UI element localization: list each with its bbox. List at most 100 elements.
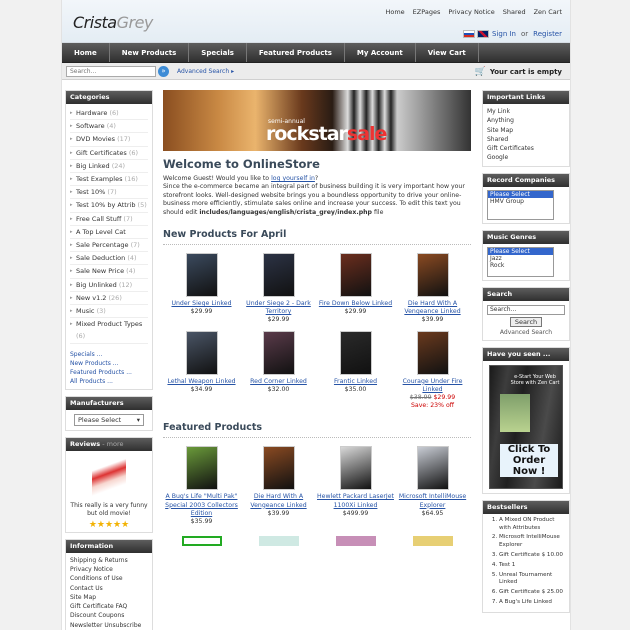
product-image[interactable] bbox=[416, 253, 449, 298]
category-item[interactable]: Test 10% (7) bbox=[70, 186, 148, 200]
category-item[interactable]: Big Unlinked (12) bbox=[70, 279, 148, 292]
product-name-link[interactable]: Courage Under Fire Linked bbox=[394, 378, 471, 394]
rockstar-sale-banner[interactable]: semi-annual rockstarsale bbox=[163, 90, 471, 151]
logo[interactable]: CristaGrey bbox=[73, 13, 153, 32]
important-link[interactable]: My Link bbox=[487, 107, 565, 116]
category-item[interactable]: Music (3) bbox=[70, 305, 148, 319]
nav-new-products[interactable]: New Products bbox=[110, 43, 190, 62]
link-featured-products[interactable]: Featured Products ... bbox=[70, 368, 148, 377]
category-item[interactable]: Big Linked (24) bbox=[70, 160, 148, 174]
reviews-more-link[interactable]: - more bbox=[100, 440, 123, 448]
review-product-image[interactable] bbox=[92, 453, 126, 498]
product-name-link[interactable]: Microsoft IntelliMouse Explorer bbox=[394, 493, 471, 509]
bestseller-item[interactable]: Test 1 bbox=[499, 562, 565, 570]
product-image[interactable] bbox=[339, 330, 372, 375]
toplink-zencart[interactable]: Zen Cart bbox=[534, 8, 562, 16]
click-to-order-button[interactable]: Click To Order Now ! bbox=[500, 443, 558, 477]
product-name-link[interactable]: Red Corner Linked bbox=[240, 378, 317, 386]
music-genres-listbox[interactable]: Please Select Jazz Rock bbox=[487, 246, 554, 277]
category-item[interactable]: Test Examples (16) bbox=[70, 173, 148, 187]
nav-specials[interactable]: Specials bbox=[189, 43, 247, 62]
nav-my-account[interactable]: My Account bbox=[345, 43, 416, 62]
bestseller-item[interactable]: A Bug's Life Linked bbox=[499, 599, 565, 607]
product-name-link[interactable]: Under Siege 2 - Dark Territory bbox=[240, 300, 317, 316]
toplink-privacy[interactable]: Privacy Notice bbox=[448, 8, 494, 16]
important-link[interactable]: Anything bbox=[487, 116, 565, 125]
bestseller-item[interactable]: Gift Certificate $ 25.00 bbox=[499, 589, 565, 597]
product-name-link[interactable]: Hewlett Packard LaserJet 1100Xi Linked bbox=[317, 493, 394, 509]
product-thumb[interactable] bbox=[258, 536, 299, 547]
review-item[interactable]: This really is a very funny but old movi… bbox=[66, 451, 152, 532]
info-link[interactable]: Site Map bbox=[70, 593, 148, 602]
sidebar-advanced-search-link[interactable]: Advanced Search bbox=[487, 329, 565, 336]
link-specials[interactable]: Specials ... bbox=[70, 350, 148, 359]
product-thumb[interactable] bbox=[181, 536, 222, 547]
category-item[interactable]: Test 10% by Attrib (5) bbox=[70, 199, 148, 213]
category-item[interactable]: Sale New Price (4) bbox=[70, 265, 148, 279]
russian-flag-icon[interactable] bbox=[463, 30, 475, 38]
important-link[interactable]: Shared bbox=[487, 135, 565, 144]
record-companies-listbox[interactable]: Please Select HMV Group bbox=[487, 189, 554, 220]
info-link[interactable]: Discount Coupons bbox=[70, 611, 148, 620]
category-item[interactable]: Hardware (6) bbox=[70, 107, 148, 121]
nav-featured-products[interactable]: Featured Products bbox=[247, 43, 345, 62]
bestseller-item[interactable]: Microsoft IntelliMouse Explorer bbox=[499, 534, 565, 550]
info-link[interactable]: Newsletter Unsubscribe bbox=[70, 621, 148, 630]
listbox-option[interactable]: Please Select bbox=[488, 247, 553, 255]
english-flag-icon[interactable] bbox=[477, 30, 489, 38]
product-image[interactable] bbox=[339, 253, 372, 298]
important-link[interactable]: Google bbox=[487, 153, 565, 162]
listbox-option[interactable]: Rock bbox=[488, 262, 553, 269]
product-image[interactable] bbox=[185, 253, 218, 298]
product-image[interactable] bbox=[185, 330, 218, 375]
cart-status[interactable]: 🛒 Your cart is empty bbox=[475, 67, 562, 77]
listbox-option[interactable]: HMV Group bbox=[488, 198, 553, 205]
sidebar-search-input[interactable]: Search... bbox=[487, 304, 565, 315]
category-item[interactable]: Mixed Product Types (6) bbox=[70, 318, 148, 344]
product-image[interactable] bbox=[416, 446, 449, 491]
category-item[interactable]: DVD Movies (17) bbox=[70, 133, 148, 147]
listbox-option[interactable]: Please Select bbox=[488, 190, 553, 198]
important-link[interactable]: Gift Certificates bbox=[487, 144, 565, 153]
nav-view-cart[interactable]: View Cart bbox=[416, 43, 479, 62]
info-link[interactable]: Privacy Notice bbox=[70, 565, 148, 574]
nav-home[interactable]: Home bbox=[62, 43, 110, 62]
zencart-box-image[interactable]: e-Start Your Web Store with Zen Cart Cli… bbox=[489, 364, 563, 489]
info-link[interactable]: Conditions of Use bbox=[70, 574, 148, 583]
product-image[interactable] bbox=[185, 446, 218, 491]
product-thumb[interactable] bbox=[412, 536, 453, 547]
product-name-link[interactable]: Frantic Linked bbox=[317, 378, 394, 386]
info-link[interactable]: Contact Us bbox=[70, 584, 148, 593]
category-item[interactable]: Free Call Stuff (7) bbox=[70, 213, 148, 226]
listbox-option[interactable]: Jazz bbox=[488, 255, 553, 262]
search-input[interactable] bbox=[66, 66, 156, 77]
product-image[interactable] bbox=[262, 253, 295, 298]
search-go-button[interactable]: » bbox=[158, 66, 169, 77]
link-new-products[interactable]: New Products ... bbox=[70, 359, 148, 368]
category-item[interactable]: Gift Certificates (6) bbox=[70, 147, 148, 160]
info-link[interactable]: Shipping & Returns bbox=[70, 556, 148, 565]
toplink-shared[interactable]: Shared bbox=[503, 8, 526, 16]
bestseller-item[interactable]: Unreal Tournament Linked bbox=[499, 572, 565, 588]
sidebar-search-button[interactable]: Search bbox=[509, 316, 543, 327]
category-item[interactable]: Sale Deduction (4) bbox=[70, 252, 148, 266]
product-image[interactable] bbox=[262, 330, 295, 375]
manufacturers-select[interactable]: Please Select ▾ bbox=[74, 413, 144, 426]
product-name-link[interactable]: Die Hard With A Vengeance Linked bbox=[394, 300, 471, 316]
advanced-search-link[interactable]: Advanced Search ▸ bbox=[177, 68, 234, 75]
signin-link[interactable]: Sign In bbox=[492, 30, 516, 38]
category-item[interactable]: A Top Level Cat bbox=[70, 226, 148, 240]
product-name-link[interactable]: A Bug's Life "Multi Pak" Special 2003 Co… bbox=[163, 493, 240, 518]
register-link[interactable]: Register bbox=[533, 30, 562, 38]
important-link[interactable]: Site Map bbox=[487, 126, 565, 135]
info-link[interactable]: Gift Certificate FAQ bbox=[70, 602, 148, 611]
product-name-link[interactable]: Under Siege Linked bbox=[163, 300, 240, 308]
link-all-products[interactable]: All Products ... bbox=[70, 377, 148, 386]
product-thumb[interactable] bbox=[335, 536, 376, 547]
product-image[interactable] bbox=[262, 446, 295, 491]
category-item[interactable]: Sale Percentage (7) bbox=[70, 239, 148, 253]
login-link[interactable]: log yourself in bbox=[271, 175, 315, 182]
product-name-link[interactable]: Lethal Weapon Linked bbox=[163, 378, 240, 386]
toplink-ezpages[interactable]: EZPages bbox=[413, 8, 441, 16]
product-image[interactable] bbox=[339, 446, 372, 491]
